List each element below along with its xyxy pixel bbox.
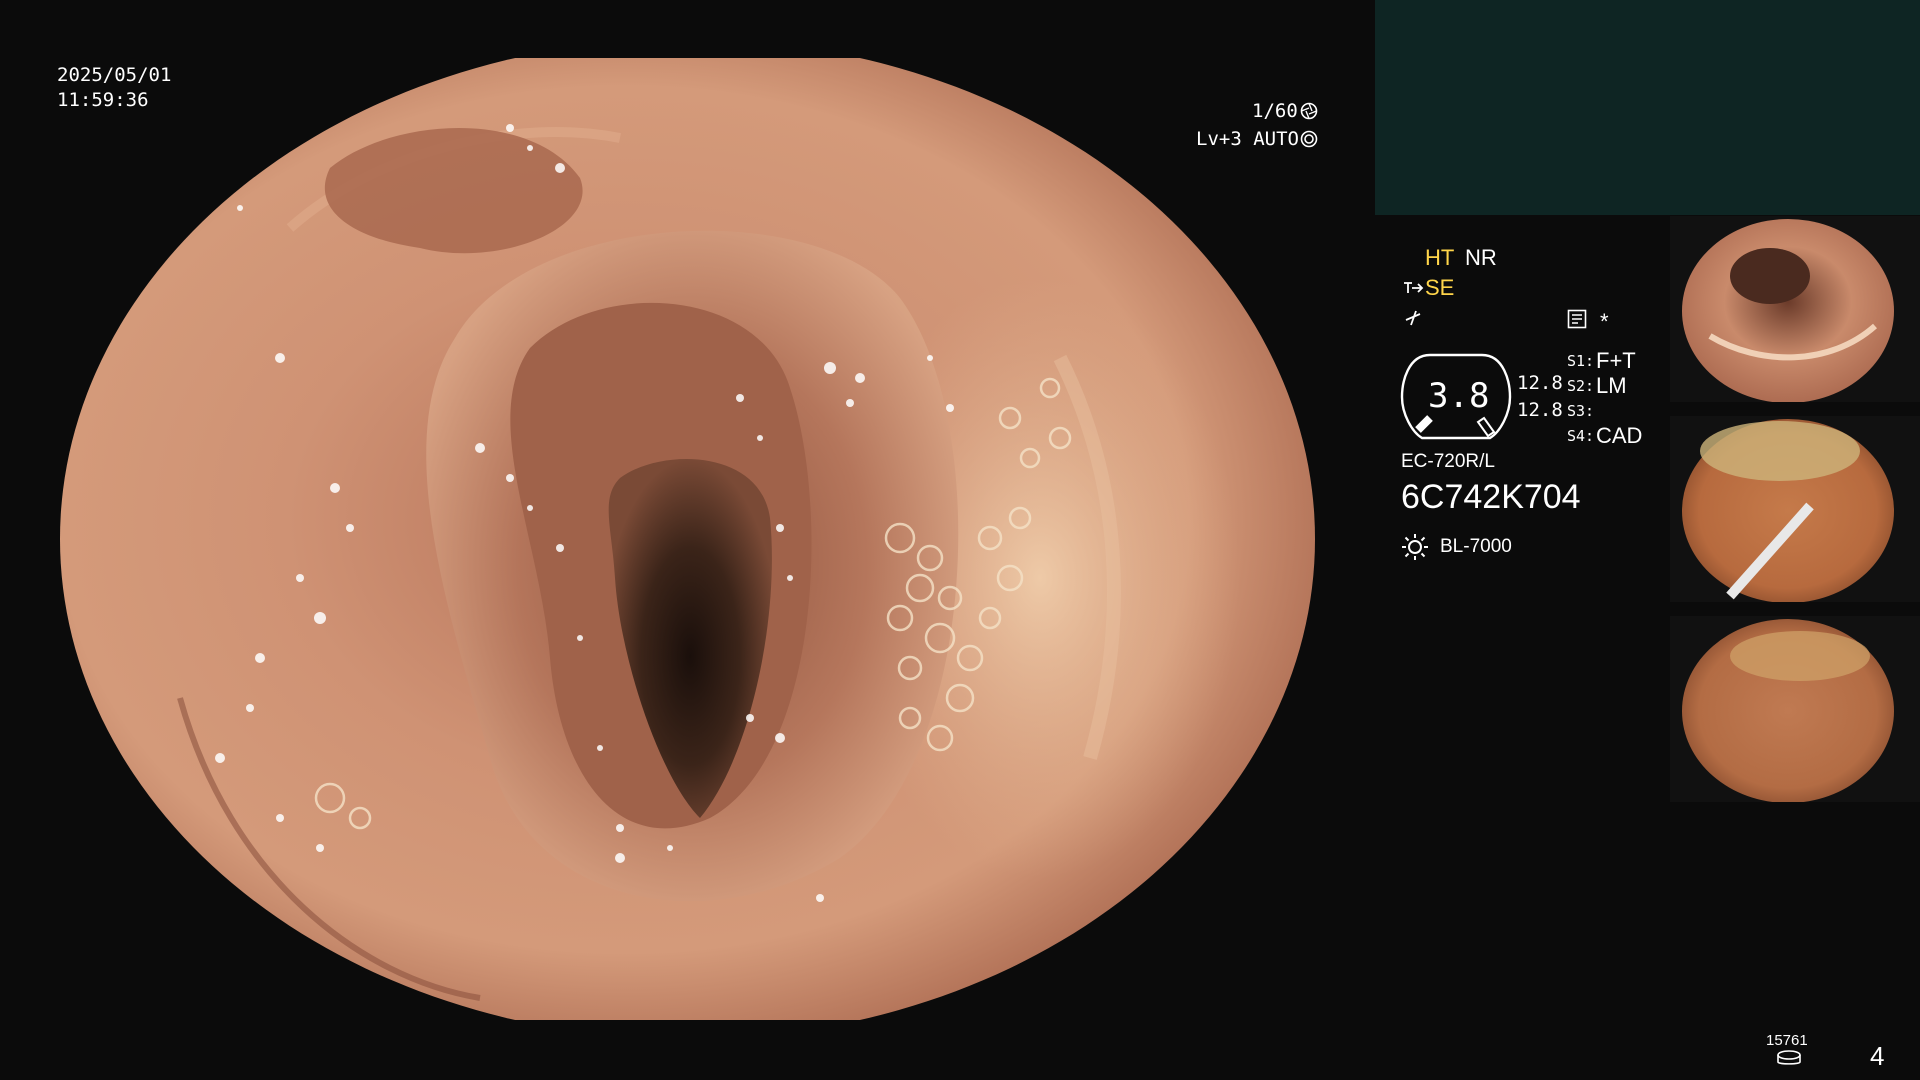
s4-label: S4: [1567, 427, 1595, 445]
scope-model: EC-720R/L [1401, 451, 1495, 472]
level-auto-label: Lv+3 AUTO [1196, 128, 1299, 150]
auto-exposure-icon [1300, 130, 1318, 148]
s2-value: LM [1596, 373, 1627, 398]
enhance-icon [1403, 308, 1423, 328]
endoscopy-screen: 2025/05/01 11:59:36 1/60 Lv+3 AUTO HT NR… [0, 0, 1920, 1080]
gauge-sub-top: 12.8 [1517, 372, 1563, 394]
se-label: SE [1425, 275, 1455, 300]
s1-value: F+T [1596, 348, 1636, 373]
s4-value: CAD [1596, 423, 1643, 448]
info-panel-top [1375, 0, 1920, 215]
gauge-sub-bottom: 12.8 [1517, 399, 1563, 421]
ht-label: HT [1425, 245, 1455, 270]
light-sun-icon [1401, 533, 1429, 561]
s2-label: S2: [1567, 377, 1595, 395]
scope-tip-icon [1402, 279, 1424, 297]
record-icon [1567, 309, 1587, 329]
date-label: 2025/05/01 [57, 64, 172, 86]
aperture-icon [1300, 102, 1318, 120]
time-label: 11:59:36 [57, 89, 149, 111]
asterisk-label: * [1600, 309, 1609, 334]
storage-disk-icon [1776, 1050, 1802, 1068]
nr-label: NR [1465, 245, 1497, 270]
scope-serial: 6C742K704 [1401, 478, 1581, 516]
thumbnail-1[interactable] [1670, 216, 1920, 402]
thumbnail-3[interactable] [1670, 616, 1920, 802]
s3-label: S3: [1567, 402, 1595, 420]
endoscopy-main-view [60, 58, 1315, 1020]
light-source-label: BL-7000 [1440, 536, 1512, 557]
storage-counter: 15761 [1766, 1032, 1808, 1049]
thumbnail-2[interactable] [1670, 416, 1920, 602]
shutter-speed: 1/60 [1252, 100, 1298, 122]
page-number: 4 [1870, 1041, 1885, 1071]
gauge-value: 3.8 [1428, 376, 1490, 416]
s1-label: S1: [1567, 352, 1595, 370]
colon-lumen-image [60, 58, 1315, 1020]
